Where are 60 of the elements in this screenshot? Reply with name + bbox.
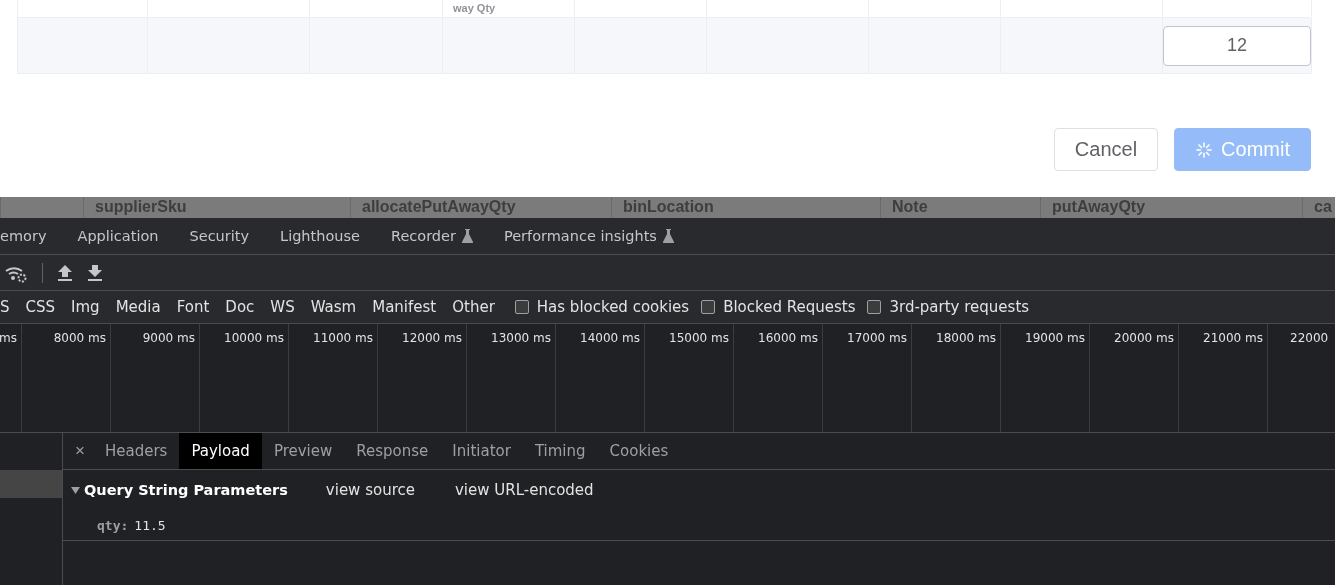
- param-key: qty:: [97, 517, 129, 533]
- checkbox-label: Has blocked cookies: [536, 298, 690, 316]
- checkbox[interactable]: [867, 300, 882, 314]
- time-tick-label: 9000 ms: [142, 331, 195, 345]
- panel-tab[interactable]: emory: [0, 228, 57, 244]
- checkbox-label: Blocked Requests: [723, 298, 856, 316]
- filter-button[interactable]: Wasm: [302, 298, 365, 316]
- view-link[interactable]: view source: [325, 481, 415, 499]
- panel-tab[interactable]: Security: [179, 228, 260, 244]
- time-tick-label: 14000 ms: [580, 331, 640, 345]
- upload-icon[interactable]: [57, 263, 73, 282]
- time-tick-label: 11000 ms: [313, 331, 373, 345]
- checkbox[interactable]: [701, 300, 716, 314]
- panel-tab[interactable]: Application: [67, 228, 169, 244]
- panel-tab[interactable]: Performance insights: [493, 228, 684, 244]
- time-tick-label: 21000 ms: [1203, 331, 1263, 345]
- detail-tab[interactable]: Preview: [261, 433, 345, 469]
- filter-button[interactable]: Font: [168, 298, 218, 316]
- time-tick-label: 10000 ms: [224, 331, 284, 345]
- panel-tab[interactable]: Recorder: [380, 228, 483, 244]
- flask-icon: [461, 229, 473, 243]
- filter-button[interactable]: Img: [63, 298, 108, 316]
- time-tick-label: 19000 ms: [1025, 331, 1085, 345]
- detail-tab[interactable]: Payload: [179, 433, 262, 469]
- filter-button[interactable]: Manifest: [364, 298, 445, 316]
- time-tick-label: 20000 ms: [1114, 331, 1174, 345]
- time-tick-label: 8000 ms: [53, 331, 106, 345]
- detail-tab[interactable]: Headers: [92, 433, 180, 469]
- time-tick-label: 12000 ms: [402, 331, 462, 345]
- loading-icon: [1195, 140, 1214, 159]
- filter-button[interactable]: S: [0, 298, 18, 316]
- detail-tab[interactable]: Initiator: [440, 433, 523, 469]
- cancel-button[interactable]: Cancel: [1053, 128, 1159, 171]
- flask-icon: [662, 229, 674, 243]
- checkbox[interactable]: [514, 300, 529, 314]
- panel-tab[interactable]: Lighthouse: [270, 228, 370, 244]
- time-tick-label: ms: [0, 331, 17, 345]
- time-tick-label: 17000 ms: [847, 331, 907, 345]
- time-tick-label: 15000 ms: [669, 331, 729, 345]
- filter-button[interactable]: Doc: [217, 298, 263, 316]
- checkbox-label: 3rd-party requests: [889, 298, 1030, 316]
- section-title: Query String Parameters: [84, 482, 288, 498]
- quantity-input[interactable]: 12: [1163, 25, 1311, 66]
- time-tick-label: 22000: [1290, 331, 1329, 345]
- filter-button[interactable]: CSS: [17, 298, 64, 316]
- close-button[interactable]: ×: [73, 433, 93, 469]
- column-header: way Qty: [453, 3, 496, 14]
- detail-tab[interactable]: Timing: [522, 433, 598, 469]
- filter-button[interactable]: Media: [107, 298, 169, 316]
- detail-tab[interactable]: Cookies: [597, 433, 681, 469]
- param-value: 11.5: [134, 517, 166, 533]
- filter-button[interactable]: WS: [262, 298, 303, 316]
- download-icon[interactable]: [87, 263, 103, 282]
- time-tick-label: 13000 ms: [491, 331, 551, 345]
- detail-tab[interactable]: Response: [344, 433, 441, 469]
- view-link[interactable]: view URL-encoded: [454, 481, 594, 499]
- time-tick-label: 18000 ms: [936, 331, 996, 345]
- time-tick-label: 16000 ms: [758, 331, 818, 345]
- expand-triangle-icon[interactable]: [71, 485, 80, 495]
- filter-button[interactable]: Other: [444, 298, 503, 316]
